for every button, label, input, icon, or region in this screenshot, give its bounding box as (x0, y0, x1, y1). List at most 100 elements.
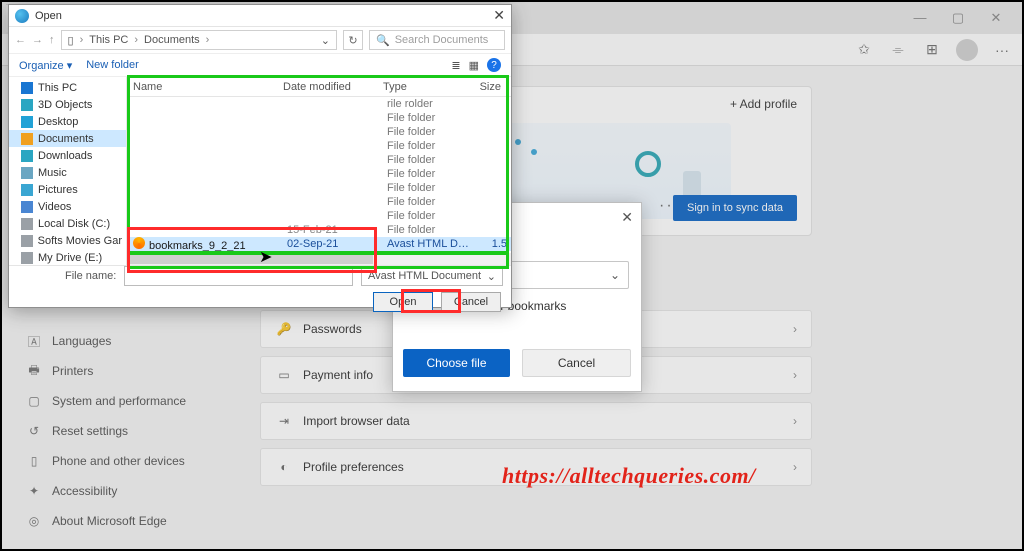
chevron-down-icon: ⌄ (610, 268, 620, 282)
chevron-right-icon: › (793, 368, 797, 382)
dialog-close-button[interactable]: ✕ (493, 7, 505, 24)
add-profile-button[interactable]: + Add profile (730, 97, 797, 111)
more-icon[interactable]: ··· (992, 40, 1012, 60)
edge-app-icon (15, 9, 29, 23)
tree-local-disk-c[interactable]: Local Disk (C:) (9, 215, 126, 232)
list-item[interactable]: rile rolder (127, 97, 511, 111)
choose-file-button[interactable]: Choose file (403, 349, 510, 377)
view-list-icon[interactable]: ≣ (451, 59, 460, 72)
nav-up-button[interactable]: ↑ (49, 34, 55, 46)
file-list[interactable]: Name Date modified Type Size rile rolder… (127, 77, 511, 265)
new-folder-button[interactable]: New folder (86, 59, 139, 72)
favorites-icon[interactable]: ✩ (854, 40, 874, 60)
list-item[interactable]: File folder (127, 209, 511, 223)
list-item[interactable]: File folder (127, 125, 511, 139)
import-icon: ⇥ (275, 414, 293, 428)
list-item[interactable]: File folder (127, 111, 511, 125)
open-button[interactable]: Open (373, 292, 433, 312)
chevron-down-icon[interactable]: ⌄ (321, 34, 330, 47)
tree-downloads[interactable]: Downloads (9, 147, 126, 164)
language-icon: 🄰 (26, 333, 42, 350)
minimize-button[interactable]: — (906, 10, 934, 26)
tree-music[interactable]: Music (9, 164, 126, 181)
sidebar-item-about[interactable]: ◎About Microsoft Edge (26, 506, 226, 536)
search-icon: 🔍 (376, 34, 390, 47)
nav-back-button[interactable]: ← (15, 34, 26, 46)
list-item[interactable]: 15-Feb-21File folder (127, 223, 511, 237)
addfav-icon[interactable]: ⌯ (888, 40, 908, 60)
chevron-right-icon: › (793, 322, 797, 336)
file-type-filter[interactable]: Avast HTML Document ⌄ (361, 266, 503, 286)
tree-desktop[interactable]: Desktop (9, 113, 126, 130)
reset-icon: ↺ (26, 424, 42, 438)
col-name[interactable]: Name (127, 81, 277, 93)
sidebar-item-printers[interactable]: 🖶Printers (26, 356, 226, 386)
watermark-url: https://alltechqueries.com/ (502, 463, 756, 489)
folder-icon: ▯ (68, 34, 74, 47)
cancel-button[interactable]: Cancel (441, 292, 501, 312)
phone-icon: ▯ (26, 454, 42, 468)
close-button[interactable]: ✕ (982, 10, 1010, 26)
list-item[interactable]: File folder (127, 195, 511, 209)
html-file-icon (133, 237, 145, 249)
dialog-titlebar: Open ✕ (9, 5, 511, 27)
col-size[interactable]: Size (467, 81, 507, 93)
organize-menu[interactable]: Organize ▾ (19, 59, 72, 72)
list-item-selected[interactable]: bookmarks_9_2_21 02-Sep-21 Avast HTML Do… (127, 237, 511, 251)
system-icon: ▢ (26, 394, 42, 408)
refresh-button[interactable]: ↻ (343, 30, 363, 50)
breadcrumb-segment[interactable]: Documents (144, 34, 200, 46)
nav-forward-button[interactable]: → (32, 34, 43, 46)
help-icon[interactable]: ? (487, 58, 501, 72)
file-open-dialog: Open ✕ ← → ↑ ▯ › This PC › Documents › ⌄… (8, 4, 512, 308)
filename-label: File name: (17, 270, 116, 282)
settings-sidebar: 🄰Languages 🖶Printers ▢System and perform… (26, 326, 226, 536)
sidebar-item-system[interactable]: ▢System and performance (26, 386, 226, 416)
maximize-button[interactable]: ▢ (944, 10, 972, 26)
filename-input[interactable] (124, 266, 353, 286)
sidebar-item-phone[interactable]: ▯Phone and other devices (26, 446, 226, 476)
sidebar-item-languages[interactable]: 🄰Languages (26, 326, 226, 356)
column-headers[interactable]: Name Date modified Type Size (127, 77, 511, 97)
list-item[interactable]: File folder (127, 167, 511, 181)
profile-avatar[interactable] (956, 39, 978, 61)
collections-icon[interactable]: ⊞ (922, 40, 942, 60)
tree-pictures[interactable]: Pictures (9, 181, 126, 198)
tree-my-drive-e[interactable]: My Drive (E:) (9, 249, 126, 265)
tree-documents[interactable]: Documents (9, 130, 126, 147)
col-date[interactable]: Date modified (277, 81, 377, 93)
window-controls: — ▢ ✕ (898, 10, 1018, 26)
list-item[interactable]: File folder (127, 153, 511, 167)
import-data-item[interactable]: ⇥Import browser data › (260, 402, 812, 440)
col-type[interactable]: Type (377, 81, 467, 93)
tree-videos[interactable]: Videos (9, 198, 126, 215)
file-rows: rile rolder File folder File folder File… (127, 97, 511, 265)
search-placeholder: Search Documents (395, 34, 489, 46)
breadcrumb-segment[interactable]: This PC (89, 34, 128, 46)
chevron-right-icon: › (793, 414, 797, 428)
sign-in-sync-button[interactable]: Sign in to sync data (673, 195, 797, 221)
dialog-footer: File name: Avast HTML Document ⌄ Open Ca… (9, 265, 511, 307)
search-input[interactable]: 🔍 Search Documents (369, 30, 505, 50)
list-item[interactable]: File folder (127, 139, 511, 153)
chevron-right-icon: › (793, 460, 797, 474)
list-item[interactable]: File folder (127, 181, 511, 195)
tree-3d-objects[interactable]: 3D Objects (9, 96, 126, 113)
view-preview-icon[interactable]: ▦ (469, 59, 479, 72)
breadcrumb[interactable]: ▯ › This PC › Documents › ⌄ (61, 30, 338, 50)
chevron-down-icon: ⌄ (487, 270, 496, 283)
key-icon: 🔑 (275, 322, 293, 336)
cancel-button[interactable]: Cancel (522, 349, 631, 377)
sidebar-item-accessibility[interactable]: ✦Accessibility (26, 476, 226, 506)
horizontal-scrollbar[interactable] (127, 253, 511, 265)
accessibility-icon: ✦ (26, 484, 42, 498)
sidebar-item-reset[interactable]: ↺Reset settings (26, 416, 226, 446)
folder-tree[interactable]: This PC 3D Objects Desktop Documents Dow… (9, 77, 127, 265)
tree-softs[interactable]: Softs Movies Gar (9, 232, 126, 249)
dialog-title: Open (35, 10, 62, 22)
command-bar: Organize ▾ New folder ≣ ▦ ? (9, 53, 511, 77)
address-bar: ← → ↑ ▯ › This PC › Documents › ⌄ ↻ 🔍 Se… (9, 27, 511, 53)
tree-this-pc[interactable]: This PC (9, 79, 126, 96)
printer-icon: 🖶 (26, 361, 42, 382)
card-icon: ▭ (275, 368, 293, 382)
